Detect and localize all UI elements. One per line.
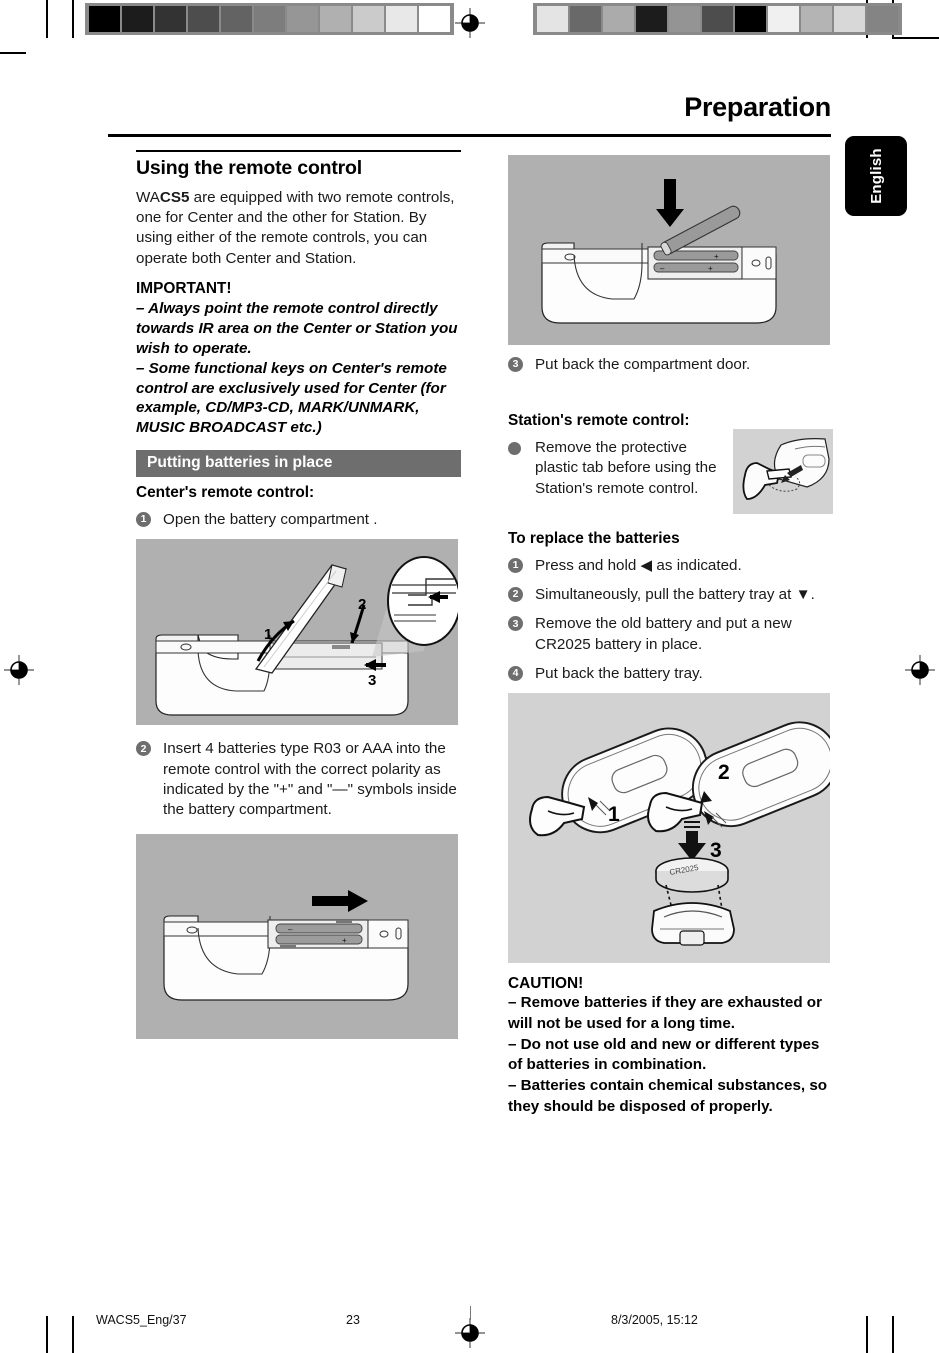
calibration-swatch xyxy=(155,6,186,32)
calibration-swatch xyxy=(702,6,733,32)
svg-text:–: – xyxy=(660,264,665,273)
manual-page: Preparation English Using the remote con… xyxy=(0,0,939,1353)
important-item-1: – Always point the remote control direct… xyxy=(136,299,458,357)
caution-item-3: – Batteries contain chemical substances,… xyxy=(508,1077,828,1116)
bullet-dot-icon xyxy=(508,442,521,456)
svg-text:+: + xyxy=(342,936,347,945)
svg-text:3: 3 xyxy=(368,672,376,689)
step-text: Simultaneously, pull the battery tray at… xyxy=(535,586,815,604)
replace-batteries-heading: To replace the batteries xyxy=(508,529,680,547)
battery-tray-cr2025-replacement-illustration: 1 2 3 CR2025 xyxy=(508,692,830,963)
important-item-2: – Some functional keys on Center's remot… xyxy=(136,359,447,437)
calibration-swatch xyxy=(221,6,252,32)
registration-mark-left xyxy=(4,655,34,685)
intro-paragraph: WACS5 are equipped with two remote contr… xyxy=(136,188,461,269)
svg-text:3: 3 xyxy=(710,839,722,862)
calibration-swatch xyxy=(636,6,667,32)
svg-text:2: 2 xyxy=(358,596,366,613)
center-remote-heading: Center's remote control: xyxy=(136,484,315,502)
step-item: 3 Put back the compartment door. xyxy=(508,355,833,375)
step-item: 1 Press and hold ◀ as indicated. xyxy=(508,556,833,576)
step-text: Insert 4 batteries type R03 or AAA into … xyxy=(163,740,457,819)
step-text: Open the battery compartment . xyxy=(163,511,378,529)
calibration-swatch xyxy=(735,6,766,32)
registration-mark-right xyxy=(905,655,935,685)
footer-timestamp: 8/3/2005, 15:12 xyxy=(611,1313,698,1327)
page-title: Preparation xyxy=(684,92,831,122)
station-bullet-item: Remove the protective plastic tab before… xyxy=(508,438,833,499)
caution-item-1: – Remove batteries if they are exhausted… xyxy=(508,993,822,1032)
product-model-name: CS5 xyxy=(159,189,190,206)
calibration-swatch xyxy=(122,6,153,32)
intro-prefix: WA xyxy=(136,189,160,206)
footer-file-name: WACS5_Eng/37 xyxy=(96,1313,187,1327)
calibration-swatch xyxy=(188,6,219,32)
svg-text:1: 1 xyxy=(264,626,272,643)
calibration-swatch xyxy=(603,6,634,32)
svg-text:2: 2 xyxy=(718,761,730,784)
remote-battery-door-open-illustration: 1 2 3 xyxy=(136,539,458,726)
language-tab-label: English xyxy=(867,148,885,204)
grayscale-calibration-bar-right xyxy=(533,3,902,35)
calibration-swatch xyxy=(768,6,799,32)
caution-item-2: – Do not use old and new or different ty… xyxy=(508,1035,820,1074)
footer-page-number: 23 xyxy=(346,1313,360,1327)
step-number-badge: 2 xyxy=(508,587,523,603)
step-number-badge: 1 xyxy=(136,512,151,528)
svg-text:+: + xyxy=(714,252,719,261)
registration-mark-top xyxy=(455,8,485,38)
crop-mark-top-left-h xyxy=(0,52,26,54)
crop-mark-top-left-v2 xyxy=(72,0,74,38)
step-number-badge: 1 xyxy=(508,557,523,573)
subsection-bar-putting-batteries: Putting batteries in place xyxy=(136,450,461,478)
grayscale-calibration-bar-left xyxy=(85,3,454,35)
step-item: 2 Insert 4 batteries type R03 or AAA int… xyxy=(136,739,461,820)
footer-separator-tick xyxy=(470,1306,471,1320)
calibration-swatch xyxy=(386,6,417,32)
right-column: + + – 3 Put back the compartment door. S… xyxy=(508,150,833,1118)
calibration-swatch xyxy=(570,6,601,32)
svg-text:+: + xyxy=(708,264,713,273)
step-text: Put back the compartment door. xyxy=(535,356,751,373)
calibration-swatch xyxy=(254,6,285,32)
calibration-swatch xyxy=(287,6,318,32)
step-text: Press and hold ◀ as indicated. xyxy=(535,556,742,574)
station-remote-block: Station's remote control: Remove the pro… xyxy=(508,412,833,515)
caution-heading: CAUTION! xyxy=(508,974,584,992)
step-number-badge: 2 xyxy=(136,741,151,757)
step-text: Remove the old battery and put a new CR2… xyxy=(535,615,792,653)
calibration-swatch xyxy=(419,6,450,32)
calibration-swatch xyxy=(89,6,120,32)
calibration-swatch xyxy=(801,6,832,32)
inserting-aaa-batteries-illustration: + + – xyxy=(508,155,830,345)
important-heading: IMPORTANT! xyxy=(136,279,232,297)
step-number-badge: 3 xyxy=(508,616,523,632)
svg-text:–: – xyxy=(288,925,293,934)
calibration-swatch xyxy=(834,6,865,32)
language-tab: English xyxy=(845,136,907,216)
calibration-swatch xyxy=(867,6,898,32)
remote-battery-compartment-slide-illustration: – + xyxy=(136,834,458,1040)
calibration-swatch xyxy=(320,6,351,32)
step-item: 3 Remove the old battery and put a new C… xyxy=(508,614,833,654)
step-text: Put back the battery tray. xyxy=(535,664,703,682)
crop-mark-top-left-v1 xyxy=(46,0,48,38)
step-number-badge: 4 xyxy=(508,665,523,681)
station-remote-heading: Station's remote control: xyxy=(508,412,690,430)
left-column: Using the remote control WACS5 are equip… xyxy=(136,150,461,1040)
calibration-swatch xyxy=(537,6,568,32)
station-bullet-text: Remove the protective plastic tab before… xyxy=(535,439,717,497)
step-item: 1 Open the battery compartment . xyxy=(136,510,461,530)
crop-mark-top-right-h xyxy=(892,37,939,39)
calibration-swatch xyxy=(353,6,384,32)
svg-text:1: 1 xyxy=(608,803,620,826)
step-item: 2 Simultaneously, pull the battery tray … xyxy=(508,585,833,605)
header-rule xyxy=(108,134,831,137)
step-number-badge: 3 xyxy=(508,357,523,372)
calibration-swatch xyxy=(669,6,700,32)
step-item: 4 Put back the battery tray. xyxy=(508,664,833,684)
section-heading-using-remote: Using the remote control xyxy=(136,150,461,180)
